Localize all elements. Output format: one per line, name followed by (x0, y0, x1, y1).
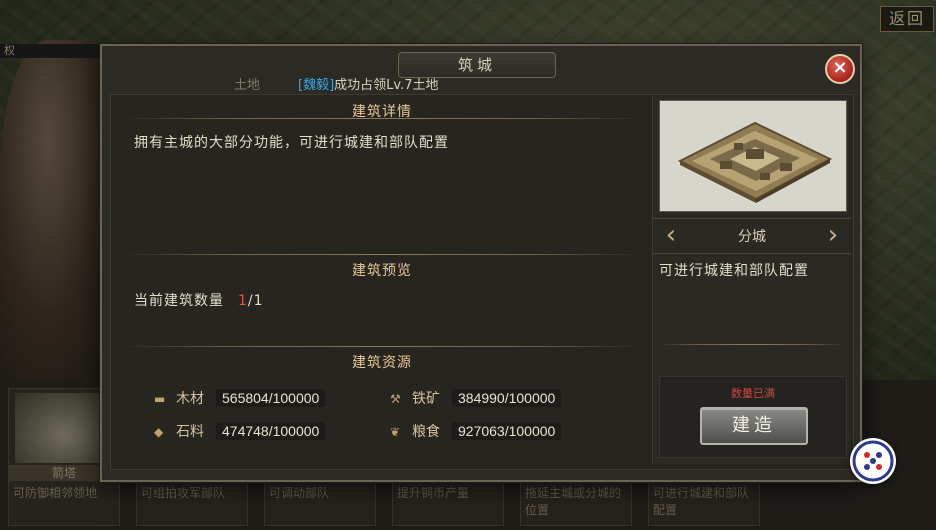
divider (122, 254, 642, 255)
resource-value: 927063/100000 (452, 422, 562, 440)
count-label: 当前建筑数量 (134, 293, 224, 309)
ticker-prefix: 土地 (234, 78, 261, 93)
preview-header: 建筑预览 (352, 263, 412, 279)
count-current: 1 (238, 293, 248, 309)
divider (122, 346, 642, 347)
city-building-image (659, 100, 847, 212)
resource-label: 石料 (176, 424, 204, 440)
resource-value: 565804/100000 (216, 389, 326, 407)
wood-icon: ▬ (154, 392, 166, 406)
resource-stone: ◆ 石料 474748/100000 (154, 421, 326, 443)
iron-icon: ⚒ (390, 392, 401, 406)
resources-header: 建筑资源 (352, 355, 412, 371)
announcement-ticker: 土地 [魏毅]成功占领Lv.7土地 (234, 74, 439, 93)
build-action-box: 数量已满 建造 (659, 376, 847, 458)
alliance-tag: [魏毅] (298, 78, 335, 93)
building-preview-panel: ‹ 分城 › 可进行城建和部队配置 数量已满 建造 (652, 96, 851, 464)
divider (659, 344, 845, 345)
build-button[interactable]: 建造 (700, 407, 808, 445)
building-count: 当前建筑数量 1/1 (134, 290, 264, 310)
building-selector: ‹ 分城 › (653, 218, 851, 254)
resource-label: 木材 (176, 391, 204, 407)
resource-label: 铁矿 (412, 391, 440, 407)
stone-icon: ◆ (154, 425, 164, 439)
resource-label: 粮食 (412, 424, 440, 440)
building-name: 分城 (738, 229, 766, 245)
next-arrow-icon[interactable]: › (821, 221, 845, 251)
prev-arrow-icon[interactable]: ‹ (659, 221, 683, 251)
resource-value: 474748/100000 (216, 422, 326, 440)
divider (122, 118, 642, 119)
resource-value: 384990/100000 (452, 389, 562, 407)
resource-wood: ▬ 木材 565804/100000 (154, 388, 326, 410)
ticker-message: 成功占领Lv.7土地 (334, 78, 439, 93)
assistant-fab[interactable] (850, 438, 896, 484)
grain-icon: ❦ (390, 425, 401, 439)
building-description: 可进行城建和部队配置 (659, 263, 809, 279)
resource-grain: ❦ 粮食 927063/100000 (390, 421, 562, 443)
detail-text: 拥有主城的大部分功能，可进行城建和部队配置 (134, 135, 449, 151)
resource-iron: ⚒ 铁矿 384990/100000 (390, 388, 562, 410)
quantity-full-note: 数量已满 (731, 387, 775, 400)
build-city-dialog: 筑城 × 土地 [魏毅]成功占领Lv.7土地 建筑详情 拥有主城的大部分功能，可进… (100, 44, 862, 482)
count-total: /1 (247, 293, 264, 309)
close-icon[interactable]: × (825, 54, 855, 84)
assistant-logo-icon (852, 440, 894, 482)
